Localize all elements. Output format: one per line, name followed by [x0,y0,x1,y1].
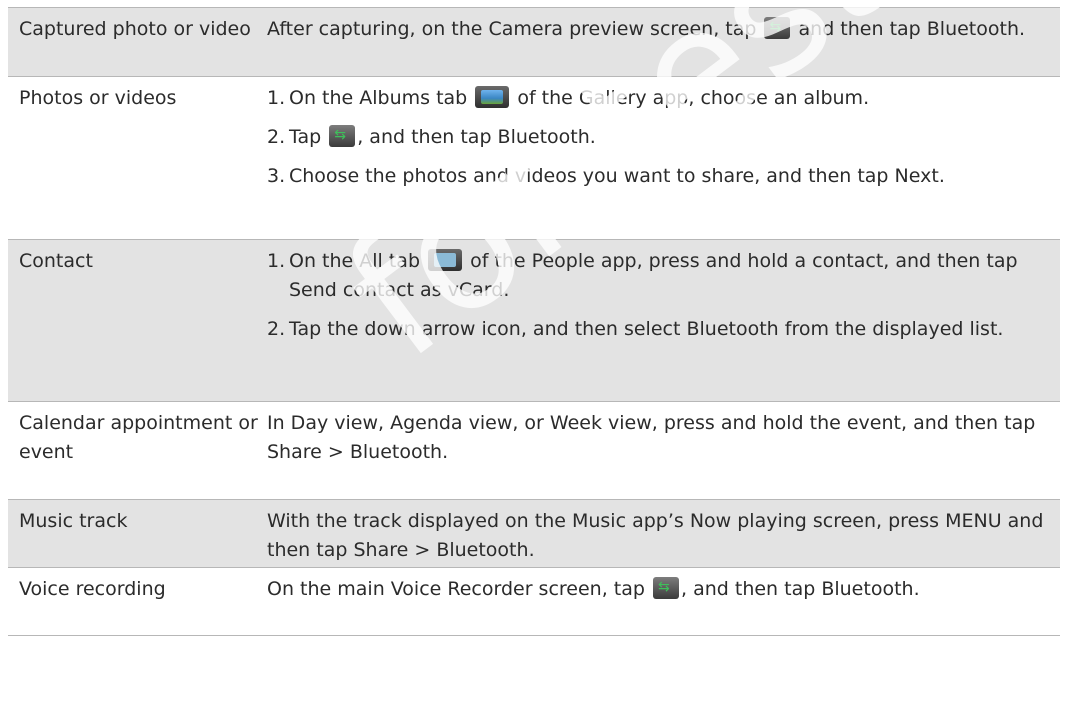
row-description: With the track displayed on the Music ap… [267,510,1044,561]
row-label: Voice recording [19,578,166,600]
list-item: 3. Choose the photos and videos you want… [267,165,945,187]
row-description: After capturing, on the Camera preview s… [267,8,1060,76]
share-icon [653,573,679,602]
bluetooth-share-table: Captured photo or video After capturing,… [8,7,1060,636]
table-row: Contact 1. On the All tab of the People … [8,240,1060,402]
albums-tab-icon [475,86,510,108]
table-row: Captured photo or video After capturing,… [8,8,1060,77]
row-description: 1. On the All tab of the People app, pre… [267,240,1060,401]
table-row: Music track With the track displayed on … [8,500,1060,568]
share-icon [329,121,356,150]
table-row: Photos or videos 1. On the Albums tab of… [8,77,1060,240]
list-item: 1. On the All tab of the People app, pre… [267,249,1018,301]
people-all-tab-icon [428,249,463,271]
row-description: 1. On the Albums tab of the Gallery app,… [267,77,1060,239]
share-icon [764,13,791,42]
table-row: Calendar appointment or event In Day vie… [8,402,1060,500]
table-row: Voice recording On the main Voice Record… [8,568,1060,636]
row-label: Captured photo or video [19,18,251,40]
list-item: 2. Tap the down arrow icon, and then sel… [267,318,1004,340]
row-label: Calendar appointment or event [19,412,258,463]
row-description: On the main Voice Recorder screen, tap ,… [267,568,1060,635]
list-item: 2. Tap , and then tap Bluetooth. [267,121,1054,152]
row-label: Contact [19,250,93,272]
list-item: 1. On the Albums tab of the Gallery app,… [267,86,870,109]
row-label: Music track [19,510,128,532]
row-label: Photos or videos [19,87,177,109]
row-description: In Day view, Agenda view, or Week view, … [267,412,1036,463]
